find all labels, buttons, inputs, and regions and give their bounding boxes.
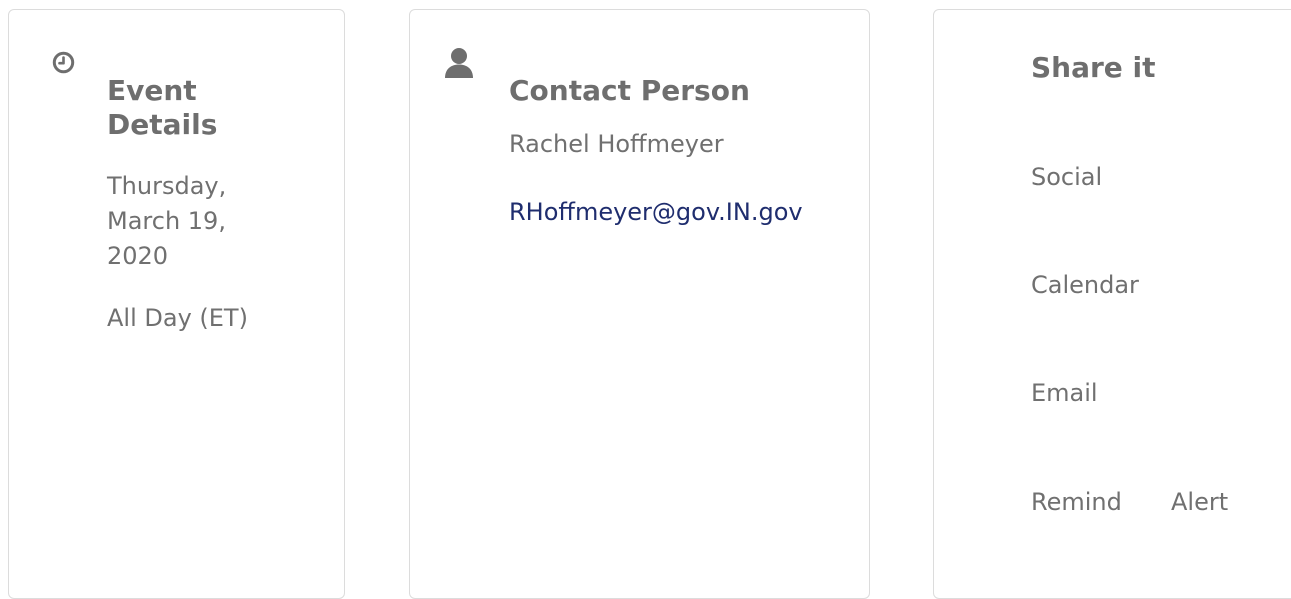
- contact-email-link[interactable]: RHoffmeyer@gov.IN.gov: [509, 195, 869, 230]
- user-icon: [443, 47, 475, 79]
- share-heading: Share it: [1031, 51, 1156, 84]
- share-calendar-button[interactable]: Calendar: [1031, 268, 1139, 303]
- event-details-heading: Event Details: [107, 74, 218, 141]
- contact-name: Rachel Hoffmeyer: [509, 130, 724, 158]
- share-social-button[interactable]: Social: [1031, 160, 1102, 195]
- share-card: Share it Social Calendar Email Remind Al…: [933, 9, 1291, 599]
- contact-person-heading: Contact Person: [509, 74, 750, 107]
- contact-person-card: Contact Person Rachel Hoffmeyer RHoffmey…: [409, 9, 870, 599]
- clock-icon: [52, 51, 75, 74]
- event-time: All Day (ET): [107, 304, 248, 332]
- event-details-card: Event Details Thursday, March 19, 2020 A…: [8, 9, 345, 599]
- share-email-button[interactable]: Email: [1031, 376, 1098, 411]
- share-alert-button[interactable]: Alert: [1171, 485, 1228, 520]
- event-date: Thursday, March 19, 2020: [107, 172, 227, 270]
- share-remind-button[interactable]: Remind: [1031, 485, 1122, 520]
